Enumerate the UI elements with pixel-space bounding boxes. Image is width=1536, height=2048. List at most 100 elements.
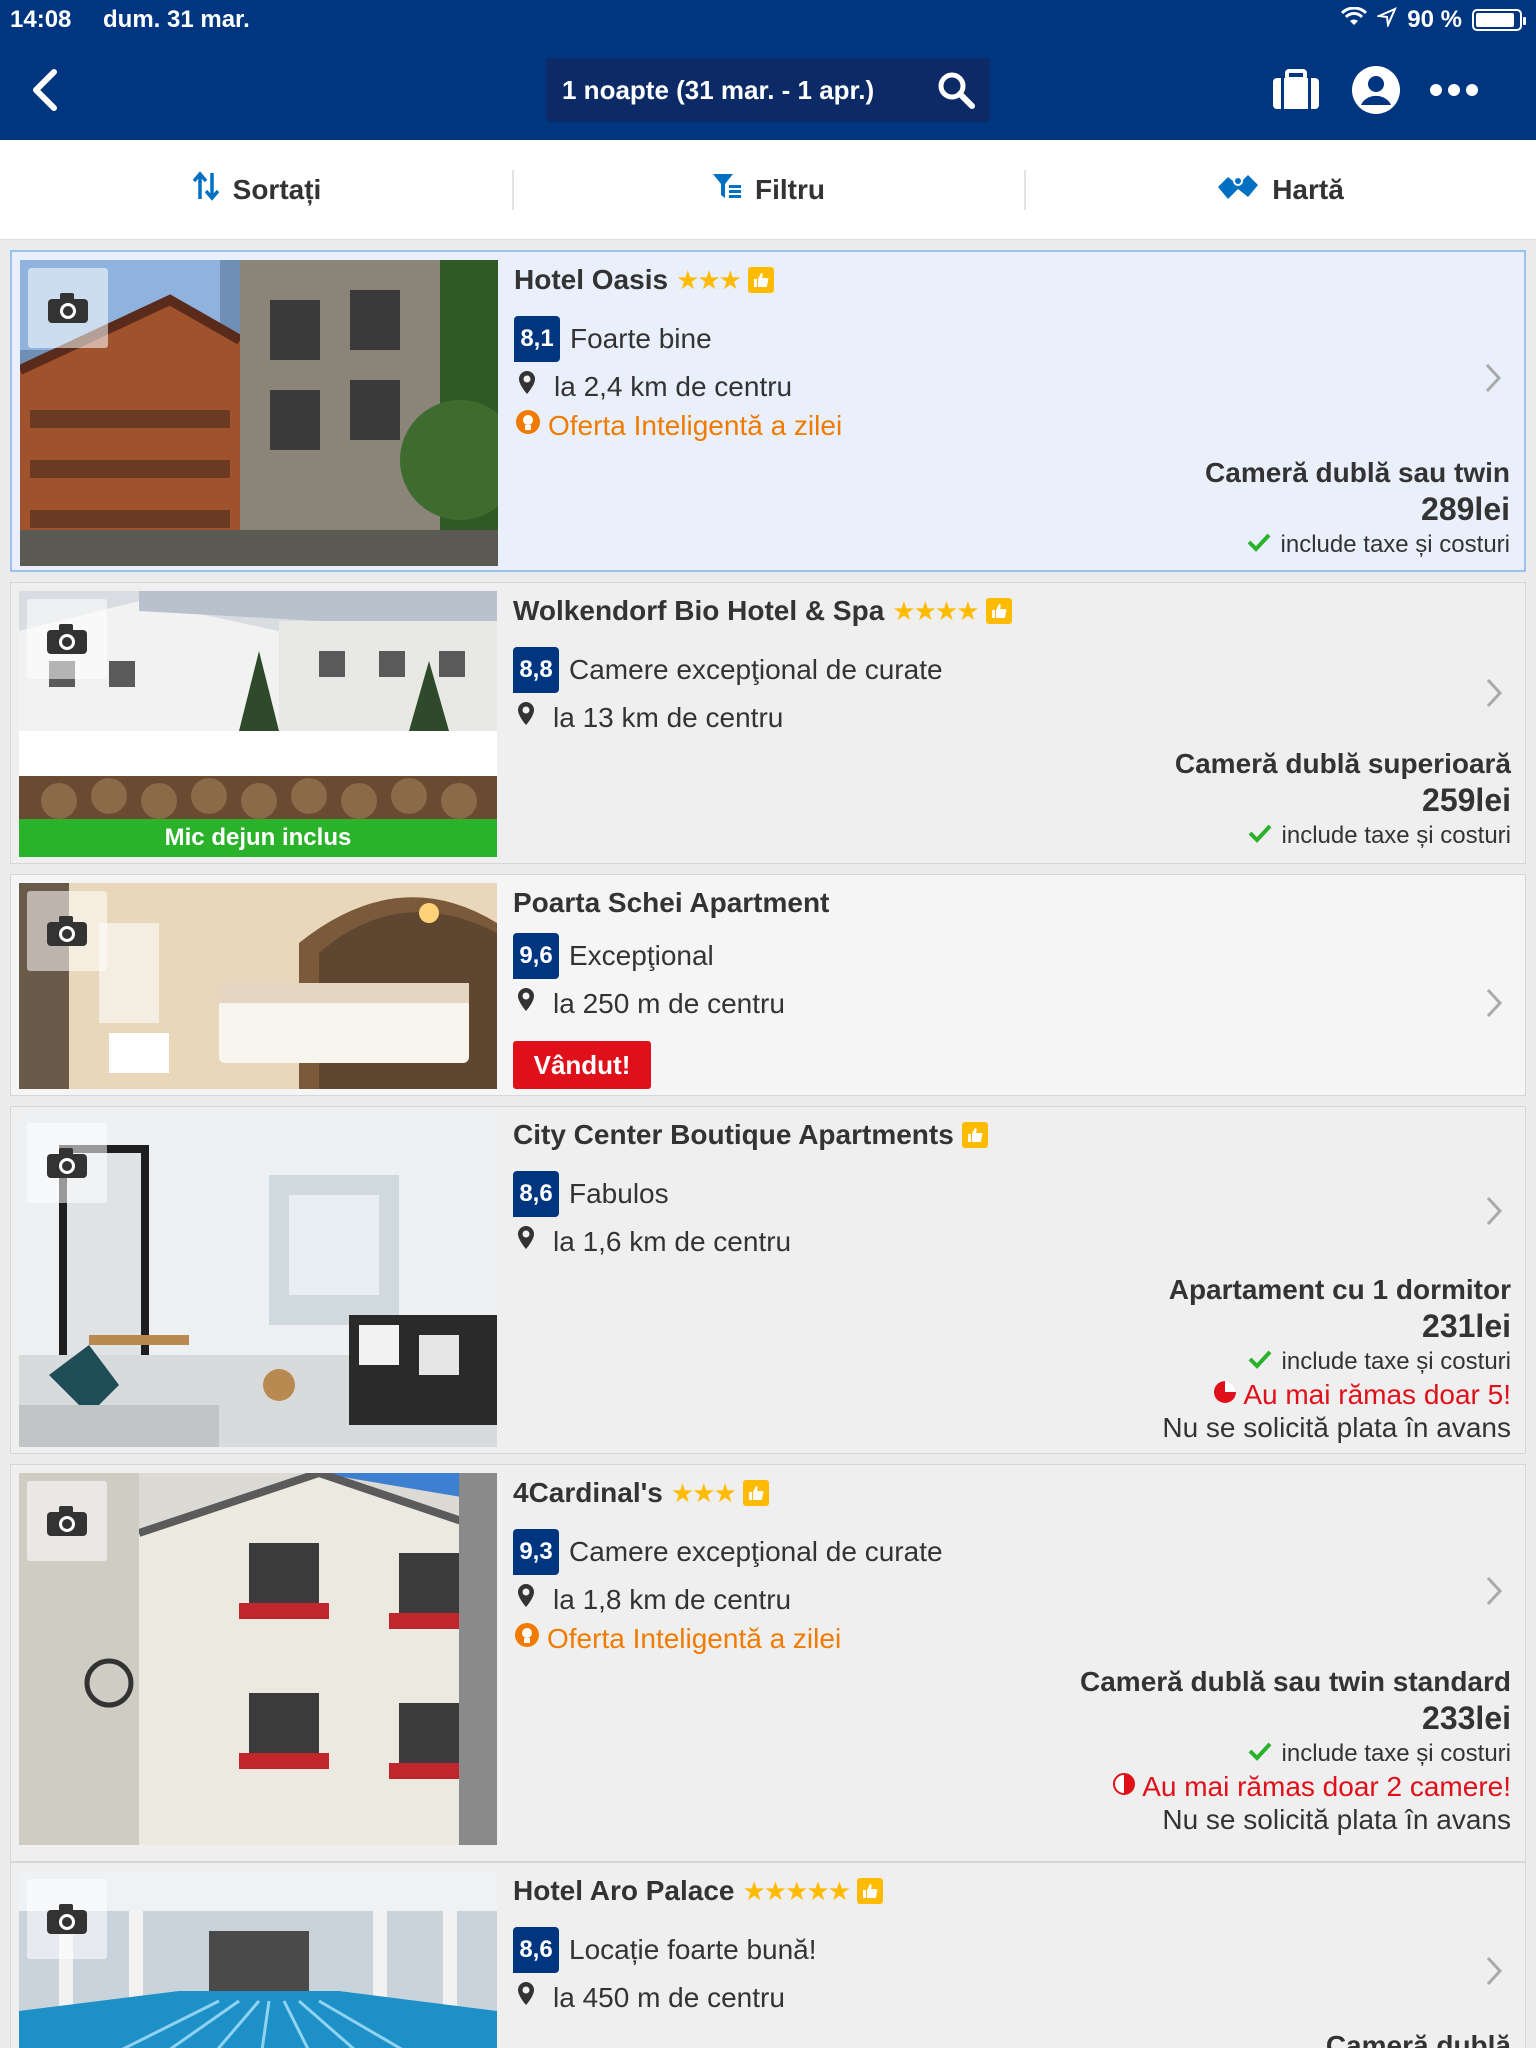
room-type: Cameră dublă superioară: [1174, 748, 1511, 779]
listing-card-poarta-schei[interactable]: Poarta Schei Apartment 9,6 Excepţional l…: [10, 874, 1526, 1096]
status-time: 14:08: [10, 6, 72, 33]
location-arrow-icon: [1375, 6, 1398, 34]
location-pin-icon: [517, 1583, 535, 1616]
more-options-icon[interactable]: [1426, 62, 1482, 118]
room-type: Cameră dublă: [1325, 2030, 1511, 2048]
location-pin-icon: [518, 370, 536, 403]
hotel-name: Hotel Oasis: [514, 264, 669, 295]
taxes-included-text: include taxe și costuri: [1281, 1348, 1511, 1375]
map-label: Hartă: [1272, 173, 1344, 205]
sort-arrows-icon: [191, 171, 221, 208]
review-score-label: Fabulos: [569, 1178, 669, 1209]
chevron-right-icon: [1485, 1955, 1503, 1992]
hotel-photo[interactable]: [19, 1473, 497, 1845]
review-score-label: Camere excepţional de curate: [569, 1536, 943, 1567]
filter-button[interactable]: Filtru: [512, 140, 1024, 239]
hotel-photo[interactable]: Mic dejun inclus: [19, 591, 497, 857]
profile-icon[interactable]: [1348, 62, 1404, 118]
map-button[interactable]: Hartă: [1024, 140, 1536, 239]
status-bar: 14:08 dum. 31 mar. 90 %: [0, 0, 1536, 40]
review-score: 8,6: [513, 1171, 559, 1217]
camera-icon[interactable]: [27, 1123, 107, 1203]
location-pin-icon: [517, 1981, 535, 2014]
price: 259lei: [1422, 782, 1511, 818]
hotel-photo[interactable]: [19, 1115, 497, 1447]
hotel-photo[interactable]: [20, 260, 498, 566]
status-date: dum. 31 mar.: [103, 6, 250, 33]
thumbs-up-icon: [748, 267, 774, 293]
camera-icon[interactable]: [27, 891, 107, 971]
review-score: 9,3: [513, 1529, 559, 1575]
chevron-right-icon: [1485, 987, 1503, 1024]
hotel-name: 4Cardinal's: [513, 1477, 663, 1508]
location-pin-icon: [517, 701, 535, 734]
battery-percent: 90 %: [1407, 6, 1462, 33]
thumbs-up-icon: [857, 1878, 884, 1904]
thumbs-up-icon: [742, 1480, 769, 1506]
smart-deal-text: Oferta Inteligentă a zilei: [548, 409, 843, 441]
distance-text: la 1,6 km de centru: [553, 1225, 792, 1257]
filter-icon: [711, 171, 743, 208]
scarcity-text: Au mai rămas doar 2 camere!: [1142, 1771, 1511, 1802]
smart-deal-icon: [514, 408, 542, 443]
star-rating: ★★★★★: [742, 1875, 851, 1906]
listing-card-hotel-oasis[interactable]: Hotel Oasis ★★★ 8,1 Foarte bine la 2,4 k…: [10, 250, 1526, 572]
chevron-right-icon: [1485, 1195, 1503, 1232]
sort-button[interactable]: Sortați: [0, 140, 512, 239]
distance-text: la 250 m de centru: [553, 987, 785, 1019]
checkmark-icon: [1248, 819, 1272, 853]
battery-icon: [1472, 9, 1526, 31]
scarcity-text: Au mai rămas doar 5!: [1243, 1379, 1511, 1410]
hotel-photo[interactable]: [19, 883, 497, 1089]
taxes-included-text: include taxe și costuri: [1281, 1740, 1511, 1767]
thumbs-up-icon: [985, 598, 1012, 624]
camera-icon[interactable]: [27, 1879, 107, 1959]
hotel-name: Poarta Schei Apartment: [513, 887, 830, 918]
distance-text: la 13 km de centru: [553, 701, 784, 733]
chevron-right-icon: [1485, 1575, 1503, 1612]
sort-label: Sortați: [232, 173, 322, 205]
room-type: Cameră dublă sau twin: [1205, 457, 1510, 488]
wifi-icon: [1341, 6, 1368, 34]
review-score-label: Foarte bine: [570, 323, 712, 354]
distance-text: la 2,4 km de centru: [554, 370, 793, 402]
smart-deal-icon: [513, 1621, 541, 1656]
distance-text: la 450 m de centru: [553, 1981, 785, 2013]
listing-card-hotel-aro-palace[interactable]: Hotel Aro Palace ★★★★★ 8,6 Locație foart…: [10, 1862, 1526, 2048]
camera-icon[interactable]: [27, 599, 107, 679]
smart-deal-text: Oferta Inteligentă a zilei: [547, 1622, 842, 1654]
chevron-right-icon: [1485, 677, 1503, 714]
price: 289lei: [1421, 491, 1510, 527]
trips-briefcase-icon[interactable]: [1268, 62, 1324, 118]
listing-card-city-center-boutique[interactable]: City Center Boutique Apartments 8,6 Fabu…: [10, 1106, 1526, 1454]
scarcity-pie-icon: [1213, 1379, 1237, 1411]
sold-out-badge: Vândut!: [513, 1041, 651, 1089]
camera-icon[interactable]: [27, 1481, 107, 1561]
back-button[interactable]: [14, 60, 74, 120]
taxes-included-text: include taxe și costuri: [1281, 822, 1511, 849]
review-score-label: Locație foarte bună!: [569, 1934, 817, 1965]
price: 233lei: [1422, 1700, 1511, 1736]
star-rating: ★★★: [670, 1477, 737, 1508]
review-score: 8,1: [514, 316, 560, 362]
taxes-included-text: include taxe și costuri: [1280, 531, 1510, 558]
top-bar: 14:08 dum. 31 mar. 90 % 1 noapte (31 mar…: [0, 0, 1536, 140]
listing-card-wolkendorf[interactable]: Mic dejun inclus Wolkendorf Bio Hotel & …: [10, 582, 1526, 864]
no-prepayment-text: Nu se solicită plata în avans: [1162, 1804, 1511, 1835]
review-score-label: Camere excepţional de curate: [569, 654, 943, 685]
no-prepayment-text: Nu se solicită plata în avans: [1162, 1412, 1511, 1443]
scarcity-pie-icon: [1112, 1771, 1136, 1803]
hotel-photo[interactable]: [19, 1871, 497, 2048]
search-dates-button[interactable]: 1 noapte (31 mar. - 1 apr.): [546, 58, 990, 122]
review-score-label: Excepţional: [569, 940, 714, 971]
checkmark-icon: [1247, 528, 1271, 562]
search-dates-label: 1 noapte (31 mar. - 1 apr.): [562, 74, 875, 105]
room-type: Apartament cu 1 dormitor: [1168, 1274, 1511, 1305]
camera-icon[interactable]: [28, 268, 108, 348]
review-score: 9,6: [513, 933, 559, 979]
hotel-name: Wolkendorf Bio Hotel & Spa: [513, 595, 885, 626]
star-rating: ★★★: [676, 264, 742, 295]
thumbs-up-icon: [961, 1122, 988, 1148]
listing-card-4cardinals[interactable]: 4Cardinal's ★★★ 9,3 Camere excepţional d…: [10, 1464, 1526, 1862]
distance-text: la 1,8 km de centru: [553, 1583, 792, 1615]
